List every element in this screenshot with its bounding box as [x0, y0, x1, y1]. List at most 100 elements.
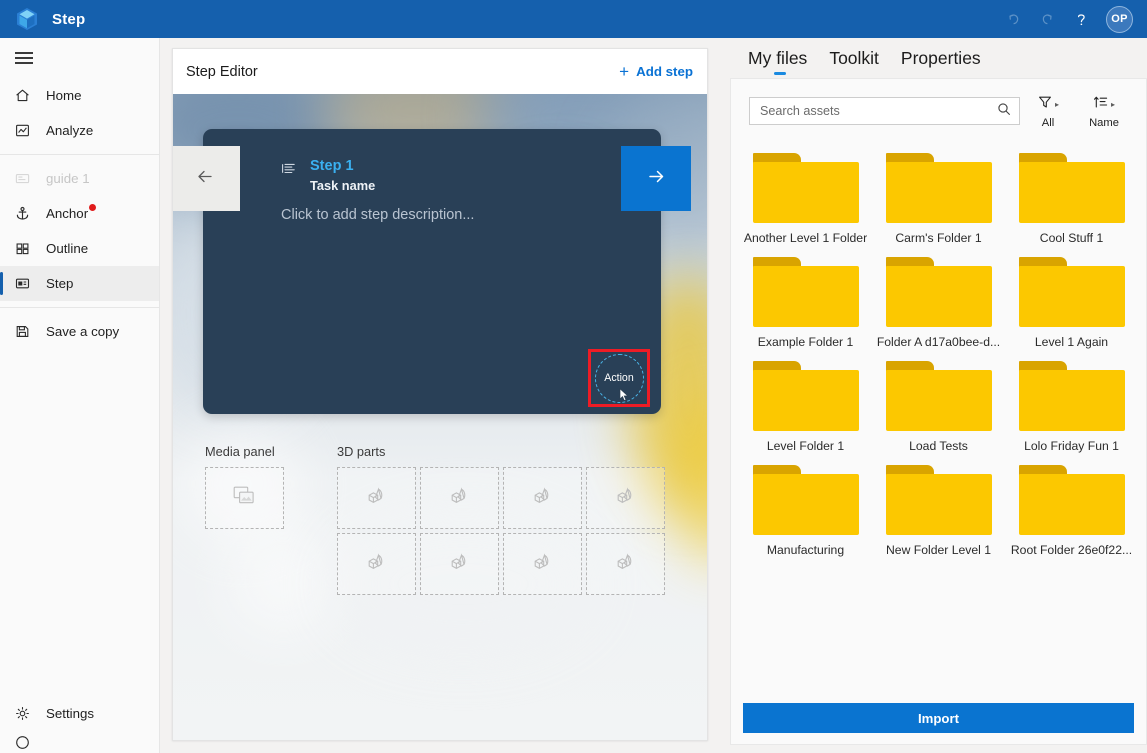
parts-panel-label: 3D parts — [337, 444, 665, 459]
step-title-group: Step 1 Task name — [310, 157, 375, 194]
avatar[interactable]: OP — [1106, 6, 1133, 33]
step-editor-header: Step Editor + Add step — [173, 49, 707, 94]
search-input[interactable] — [760, 104, 997, 118]
file-name: Load Tests — [909, 439, 968, 453]
sidebar-item-label: Settings — [46, 706, 94, 721]
step-cube-logo-icon — [14, 6, 40, 32]
sidebar-item-label: Analyze — [46, 123, 93, 138]
action-button-highlight: Action — [588, 349, 650, 407]
media-image-icon — [232, 485, 257, 512]
list-item[interactable]: Level Folder 1 — [739, 361, 872, 453]
sidebar-item-partially-visible[interactable] — [0, 731, 159, 753]
step-preview-stage: Step 1 Task name Click to add step descr… — [173, 94, 707, 740]
tab-toolkit[interactable]: Toolkit — [829, 48, 879, 75]
parts-panel: 3D parts — [337, 444, 665, 595]
step-number: Step 1 — [310, 157, 375, 177]
search-icon[interactable] — [997, 102, 1011, 121]
part-drop-slot[interactable] — [503, 533, 582, 595]
part-drop-slot[interactable] — [420, 467, 499, 529]
sidebar-item-outline[interactable]: Outline — [0, 231, 159, 266]
gear-icon — [14, 705, 36, 722]
sort-button[interactable]: ▸ Name — [1076, 93, 1132, 129]
right-panel-tabs: My files Toolkit Properties — [730, 38, 1147, 78]
sidebar-item-home[interactable]: Home — [0, 78, 159, 113]
undo-icon[interactable] — [996, 3, 1030, 35]
step-slide-icon — [14, 275, 36, 292]
sidebar-item-analyze[interactable]: Analyze — [0, 113, 159, 148]
tab-properties[interactable]: Properties — [901, 48, 981, 75]
help-question-icon[interactable] — [1064, 3, 1098, 35]
folder-icon — [1019, 361, 1125, 431]
import-button[interactable]: Import — [743, 703, 1134, 733]
list-item[interactable]: Carm's Folder 1 — [872, 153, 1005, 245]
folder-icon — [886, 153, 992, 223]
list-item[interactable]: Cool Stuff 1 — [1005, 153, 1138, 245]
files-scroll-area[interactable]: Another Level 1 Folder Carm's Folder 1 C… — [731, 139, 1146, 693]
list-item[interactable]: Lolo Friday Fun 1 — [1005, 361, 1138, 453]
file-name: Another Level 1 Folder — [744, 231, 867, 245]
list-item[interactable]: Another Level 1 Folder — [739, 153, 872, 245]
media-panel-label: Media panel — [205, 444, 337, 459]
import-row: Import — [731, 693, 1146, 744]
page-title: Step Editor — [186, 64, 258, 80]
filter-funnel-icon — [1037, 94, 1053, 115]
filter-button[interactable]: ▸ All — [1020, 93, 1076, 129]
part-drop-slot[interactable] — [337, 533, 416, 595]
save-disk-icon — [14, 323, 36, 340]
search-box[interactable] — [749, 97, 1020, 125]
files-grid: Another Level 1 Folder Carm's Folder 1 C… — [739, 153, 1138, 557]
sort-ascending-icon — [1093, 94, 1109, 115]
3d-part-icon — [448, 550, 472, 579]
folder-icon — [753, 465, 859, 535]
action-button[interactable]: Action — [595, 354, 644, 403]
guide-card-icon — [14, 170, 36, 187]
status-badge — [89, 204, 96, 211]
arrow-right-icon — [643, 163, 670, 195]
list-item[interactable]: Folder A d17a0bee-d... — [872, 257, 1005, 349]
sidebar-item-settings[interactable]: Settings — [0, 696, 159, 731]
folder-icon — [1019, 153, 1125, 223]
hamburger-menu-icon[interactable] — [0, 38, 159, 78]
file-name: Root Folder 26e0f22... — [1011, 543, 1132, 557]
redo-icon[interactable] — [1030, 3, 1064, 35]
part-drop-slot[interactable] — [337, 467, 416, 529]
part-drop-slot[interactable] — [586, 467, 665, 529]
part-drop-slot[interactable] — [420, 533, 499, 595]
previous-step-button[interactable] — [173, 146, 240, 211]
part-drop-slot[interactable] — [586, 533, 665, 595]
sidebar-item-label: Anchor — [46, 206, 88, 221]
step-card[interactable]: Step 1 Task name Click to add step descr… — [203, 129, 661, 414]
3d-part-icon — [448, 484, 472, 513]
sidebar-item-step[interactable]: Step — [0, 266, 159, 301]
3d-part-icon — [614, 484, 638, 513]
step-description-placeholder[interactable]: Click to add step description... — [203, 194, 661, 223]
list-item[interactable]: Example Folder 1 — [739, 257, 872, 349]
media-drop-slot[interactable] — [205, 467, 284, 529]
right-panel: My files Toolkit Properties — [720, 38, 1147, 753]
list-item[interactable]: Level 1 Again — [1005, 257, 1138, 349]
add-step-button[interactable]: + Add step — [619, 63, 693, 80]
next-step-button[interactable] — [621, 146, 691, 211]
title-bar: Step OP — [0, 0, 1147, 38]
step-editor-panel: Step Editor + Add step — [172, 48, 708, 741]
sidebar-item-save-a-copy[interactable]: Save a copy — [0, 314, 159, 349]
file-name: Carm's Folder 1 — [895, 231, 981, 245]
3d-part-icon — [531, 484, 555, 513]
folder-icon — [886, 257, 992, 327]
list-item[interactable]: Root Folder 26e0f22... — [1005, 465, 1138, 557]
folder-icon — [753, 153, 859, 223]
tab-my-files[interactable]: My files — [748, 48, 807, 75]
sidebar-bottom-group: Settings — [0, 696, 159, 753]
folder-icon — [753, 257, 859, 327]
folder-icon — [1019, 257, 1125, 327]
sidebar-item-anchor[interactable]: Anchor — [0, 196, 159, 231]
center-column: Step Editor + Add step — [160, 38, 720, 753]
list-item[interactable]: Load Tests — [872, 361, 1005, 453]
mouse-cursor-icon — [619, 388, 630, 405]
add-step-label: Add step — [636, 64, 693, 79]
3d-part-icon — [365, 484, 389, 513]
chevron-right-icon: ▸ — [1111, 101, 1115, 109]
list-item[interactable]: Manufacturing — [739, 465, 872, 557]
list-item[interactable]: New Folder Level 1 — [872, 465, 1005, 557]
part-drop-slot[interactable] — [503, 467, 582, 529]
